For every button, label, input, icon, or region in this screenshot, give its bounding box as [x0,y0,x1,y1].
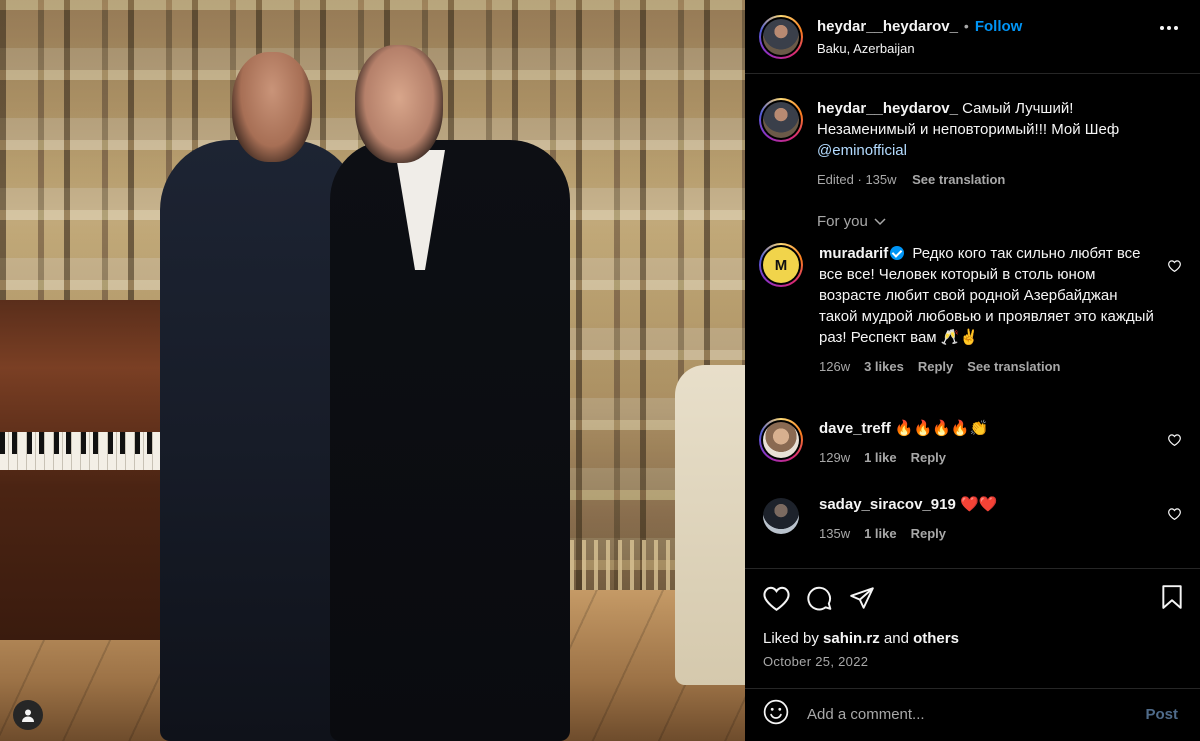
divider [745,568,1200,569]
comment-username[interactable]: muradarif [819,245,888,262]
comment-like-icon[interactable] [1168,260,1181,272]
post-date[interactable]: October 25, 2022 [763,654,868,669]
comment-text: ❤️❤️ [959,496,998,513]
caption-age: 135w [865,172,897,187]
comment-text: 🔥🔥🔥🔥👏 [894,420,989,437]
caption-username[interactable]: heydar__heydarov_ [817,100,958,117]
for-you-filter[interactable]: For you [817,213,886,230]
separator-dot: • [963,17,969,34]
comment-like-icon[interactable] [1168,508,1181,520]
comment-age: 129w [819,450,851,465]
post-photo[interactable] [0,0,745,741]
commenter-avatar[interactable] [759,418,803,462]
person-right-head [355,45,443,163]
post-comment-button[interactable]: Post [1145,706,1178,723]
comment-age: 135w [819,526,851,541]
comment-reply-button[interactable]: Reply [911,447,946,468]
user-tag-icon [22,709,34,722]
chair [675,365,745,685]
comment-item: M muradarif Редко кого так сильно любят … [759,243,1189,377]
comment-likes[interactable]: 1 like [864,447,897,468]
post-details-panel: heydar__heydarov_ • Follow Baku, Azerbaija… [745,0,1200,741]
post-actions [763,584,1183,612]
liked-by-prefix: Liked by [763,630,819,647]
commenter-avatar[interactable] [759,494,803,538]
comment-icon[interactable] [806,585,833,611]
emoji-icon[interactable] [763,699,789,730]
verified-badge-icon [890,246,905,260]
save-icon[interactable] [1161,584,1183,615]
comment-input[interactable] [807,706,1127,723]
post-header: heydar__heydarov_ • Follow Baku, Azerbaija… [745,0,1200,74]
like-icon[interactable] [763,586,790,611]
liked-by-user[interactable]: sahin.rz [823,630,880,647]
commenter-avatar[interactable]: M [759,243,803,287]
person-right [330,140,570,741]
comment-reply-button[interactable]: Reply [911,523,946,544]
add-comment-bar: Post [745,688,1200,741]
post-caption: heydar__heydarov_ Самый Лучший! Незамени… [759,98,1179,190]
comment-see-translation[interactable]: See translation [967,356,1060,377]
liked-by-conj: and [883,630,909,647]
post-location[interactable]: Baku, Azerbaijan [817,41,1022,56]
caption-edited: Edited [817,172,854,187]
person-left-head [232,52,312,162]
more-options-icon[interactable] [1160,26,1178,30]
comment-likes[interactable]: 1 like [864,523,897,544]
comment-item: saday_siracov_919 ❤️❤️ 135w 1 like Reply [759,494,1189,544]
comment-username[interactable]: dave_treff [819,420,891,437]
caption-see-translation[interactable]: See translation [912,172,1005,187]
author-avatar[interactable] [759,14,803,59]
comment-username[interactable]: saday_siracov_919 [819,496,956,513]
comment-reply-button[interactable]: Reply [918,356,953,377]
comment-like-icon[interactable] [1168,434,1181,446]
chevron-down-icon [874,217,886,225]
comment-item: dave_treff 🔥🔥🔥🔥👏 129w 1 like Reply [759,418,1189,468]
user-tag-button[interactable] [13,700,43,730]
piano-keys [0,432,165,470]
share-icon[interactable] [849,586,875,610]
liked-by-others[interactable]: others [913,630,959,647]
author-username[interactable]: heydar__heydarov_ [817,18,958,35]
caption-mention[interactable]: @eminofficial [817,142,907,159]
caption-author-avatar[interactable] [759,98,803,142]
comment-likes[interactable]: 3 likes [864,356,904,377]
follow-button[interactable]: Follow [975,18,1023,35]
comment-age: 126w [819,359,851,374]
for-you-label: For you [817,213,868,230]
liked-by: Liked by sahin.rz and others [763,630,959,647]
